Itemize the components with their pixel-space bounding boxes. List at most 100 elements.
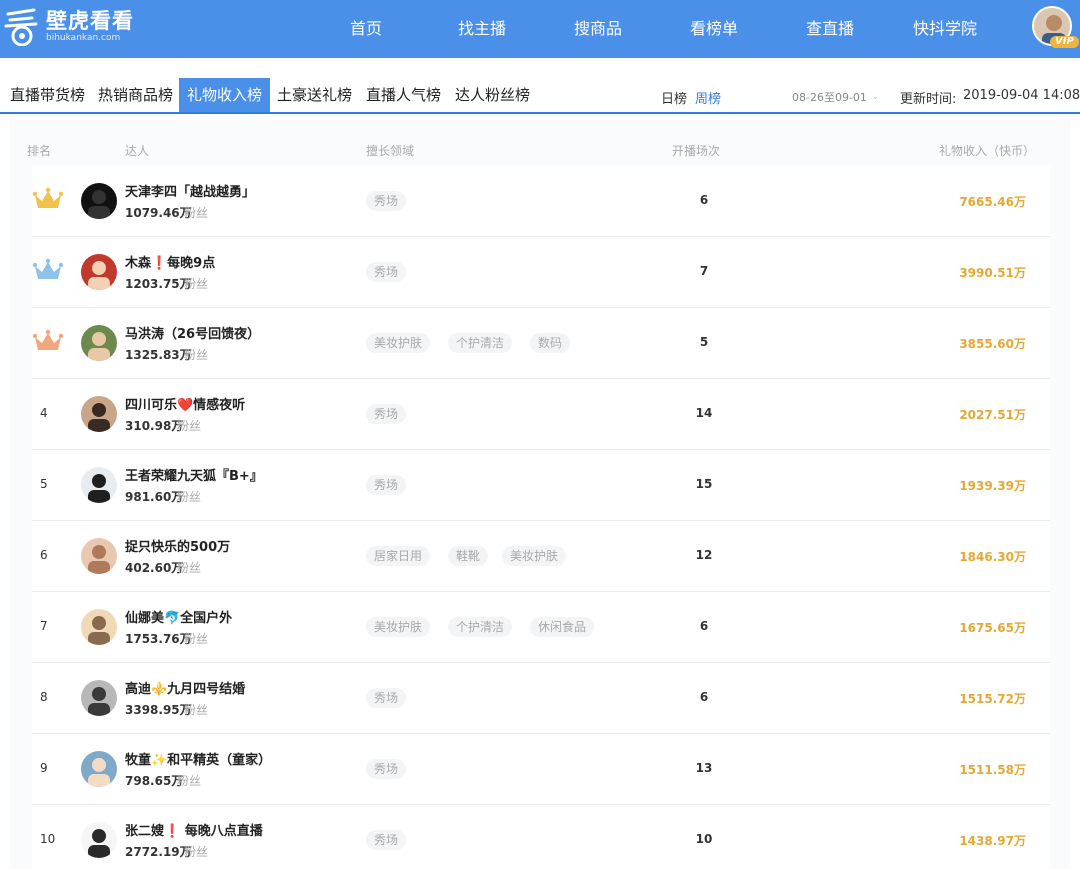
table-row[interactable]: 马洪涛（26号回馈夜） 1325.83万 粉丝 美妆护肤 个护清洁 数码 5 3855.60万: [32, 308, 1050, 379]
table-row[interactable]: 天津李四「越战越勇」 1079.46万 粉丝 秀场 6 7665.46万: [32, 166, 1050, 237]
chevron-down-icon[interactable]: ⌄: [872, 92, 879, 101]
talent-avatar[interactable]: [81, 609, 117, 645]
fans-count: 798.65万: [125, 774, 184, 788]
domain-tag: 秀场: [366, 688, 407, 708]
session-count: 10: [695, 832, 713, 846]
rank-number: 10: [40, 832, 56, 846]
talent-name[interactable]: 捉只快乐的500万: [125, 536, 230, 555]
fans-count: 981.60万: [125, 490, 184, 504]
fans-label: 粉丝: [184, 277, 209, 291]
nav-home[interactable]: 首页: [350, 15, 382, 39]
brand-logo[interactable]: 壁虎看看 bihukankan.com: [4, 6, 134, 47]
fans-label: 粉丝: [184, 845, 209, 859]
tab-hot-products[interactable]: 热销商品榜: [90, 78, 181, 112]
nav-rankings[interactable]: 看榜单: [690, 15, 738, 39]
rank-number: 9: [40, 761, 48, 775]
fans-count: 3398.95万: [125, 703, 192, 717]
fans-count: 402.60万: [125, 561, 184, 575]
fans-label: 粉丝: [177, 419, 202, 433]
table-row[interactable]: 8 高迪⚜️九月四号结婚 3398.95万 粉丝 秀场 6 1515.72万: [32, 663, 1050, 734]
table-row[interactable]: 木森❗每晚9点 1203.75万 粉丝 秀场 7 3990.51万: [32, 237, 1050, 308]
talent-name[interactable]: 四川可乐❤️情感夜听: [125, 394, 245, 413]
talent-name[interactable]: 仙娜美🐬全国户外: [125, 607, 232, 626]
talent-name[interactable]: 马洪涛（26号回馈夜）: [125, 323, 260, 342]
table-row[interactable]: 4 四川可乐❤️情感夜听 310.98万 粉丝 秀场 14 2027.51万: [32, 379, 1050, 450]
session-count: 6: [699, 619, 709, 633]
session-count: 13: [695, 761, 713, 775]
fans-count: 2772.19万: [125, 845, 192, 859]
col-sessions: 开播场次: [672, 144, 721, 158]
brand-url: bihukankan.com: [46, 33, 121, 43]
fans-count: 310.98万: [125, 419, 184, 433]
tab-fan-ranking[interactable]: 达人粉丝榜: [447, 78, 538, 112]
talent-avatar[interactable]: [81, 467, 117, 503]
fans-label: 粉丝: [184, 348, 209, 362]
gift-income: 1939.39万: [959, 479, 1026, 493]
gift-income: 7665.46万: [959, 195, 1026, 209]
tab-live-sales[interactable]: 直播带货榜: [2, 78, 93, 112]
talent-avatar[interactable]: [81, 396, 117, 432]
nav-live-check[interactable]: 查直播: [806, 15, 854, 39]
fans-count: 1203.75万: [125, 277, 192, 291]
talent-avatar[interactable]: [81, 183, 117, 219]
col-rank: 排名: [27, 144, 52, 158]
nav-search-products[interactable]: 搜商品: [574, 15, 622, 39]
talent-name[interactable]: 张二嫂❗ 每晚八点直播: [125, 820, 263, 839]
domain-tag: 个护清洁: [448, 617, 513, 637]
gift-income: 1511.58万: [959, 763, 1026, 777]
fans-label: 粉丝: [177, 490, 202, 504]
col-domain: 擅长领域: [366, 144, 415, 158]
domain-tag: 居家日用: [366, 546, 431, 566]
col-talent: 达人: [125, 144, 150, 158]
talent-name[interactable]: 牧童✨和平精英（童家）: [125, 749, 271, 768]
session-count: 7: [699, 264, 709, 278]
talent-avatar[interactable]: [81, 680, 117, 716]
period-weekly[interactable]: 周榜: [695, 88, 721, 107]
talent-avatar[interactable]: [81, 325, 117, 361]
update-time-value: 2019-09-04 14:08: [963, 88, 1080, 103]
table-row[interactable]: 10 张二嫂❗ 每晚八点直播 2772.19万 粉丝 秀场 10 1438.97万: [32, 805, 1050, 869]
table-row[interactable]: 5 王者荣耀九天狐『B+』 981.60万 粉丝 秀场 15 1939.39万: [32, 450, 1050, 521]
tab-gift-income[interactable]: 礼物收入榜: [179, 78, 271, 112]
col-income: 礼物收入（快币）: [939, 144, 1036, 158]
talent-name[interactable]: 木森❗每晚9点: [125, 252, 215, 271]
fans-label: 粉丝: [184, 206, 209, 220]
ranking-tabs: 直播带货榜 热销商品榜 礼物收入榜 土豪送礼榜 直播人气榜 达人粉丝榜 日榜 周…: [0, 58, 1080, 114]
session-count: 12: [695, 548, 713, 562]
crown-gold-icon: [32, 187, 64, 208]
tabs-divider: [0, 112, 1080, 114]
talent-name[interactable]: 高迪⚜️九月四号结婚: [125, 678, 245, 697]
session-count: 6: [699, 690, 709, 704]
domain-tag: 美妆护肤: [502, 546, 567, 566]
update-time-label: 更新时间:: [900, 92, 957, 107]
rank-number: 5: [40, 477, 48, 491]
top-nav-bar: 壁虎看看 bihukankan.com 首页 找主播 搜商品 看榜单 查直播 快…: [0, 0, 1080, 58]
tab-big-spenders[interactable]: 土豪送礼榜: [269, 78, 360, 112]
tab-live-popularity[interactable]: 直播人气榜: [358, 78, 449, 112]
table-row[interactable]: 7 仙娜美🐬全国户外 1753.76万 粉丝 美妆护肤 个护清洁 休闲食品 6 1675.65…: [32, 592, 1050, 663]
domain-tag: 秀场: [366, 404, 407, 424]
talent-avatar[interactable]: [81, 538, 117, 574]
talent-avatar[interactable]: [81, 254, 117, 290]
gift-income: 1675.65万: [959, 621, 1026, 635]
domain-tag: 秀场: [366, 475, 407, 495]
period-daily[interactable]: 日榜: [661, 88, 687, 107]
talent-name[interactable]: 王者荣耀九天狐『B+』: [125, 465, 263, 484]
nav-find-streamer[interactable]: 找主播: [458, 15, 506, 39]
talent-avatar[interactable]: [81, 751, 117, 787]
talent-avatar[interactable]: [81, 822, 117, 858]
fans-count: 1753.76万: [125, 632, 192, 646]
session-count: 6: [699, 193, 709, 207]
session-count: 15: [695, 477, 713, 491]
gift-income: 2027.51万: [959, 408, 1026, 422]
fans-count: 1325.83万: [125, 348, 192, 362]
rank-number: 4: [40, 406, 48, 420]
talent-name[interactable]: 天津李四「越战越勇」: [125, 181, 255, 200]
date-range-select[interactable]: 08-26至09-01: [792, 89, 867, 105]
domain-tag: 秀场: [366, 262, 407, 282]
gift-income: 1846.30万: [959, 550, 1026, 564]
crown-silver-icon: [32, 258, 64, 279]
table-row[interactable]: 9 牧童✨和平精英（童家） 798.65万 粉丝 秀场 13 1511.58万: [32, 734, 1050, 805]
table-row[interactable]: 6 捉只快乐的500万 402.60万 粉丝 居家日用 鞋靴 美妆护肤 12 1846.30万: [32, 521, 1050, 592]
nav-academy[interactable]: 快抖学院: [913, 15, 977, 39]
